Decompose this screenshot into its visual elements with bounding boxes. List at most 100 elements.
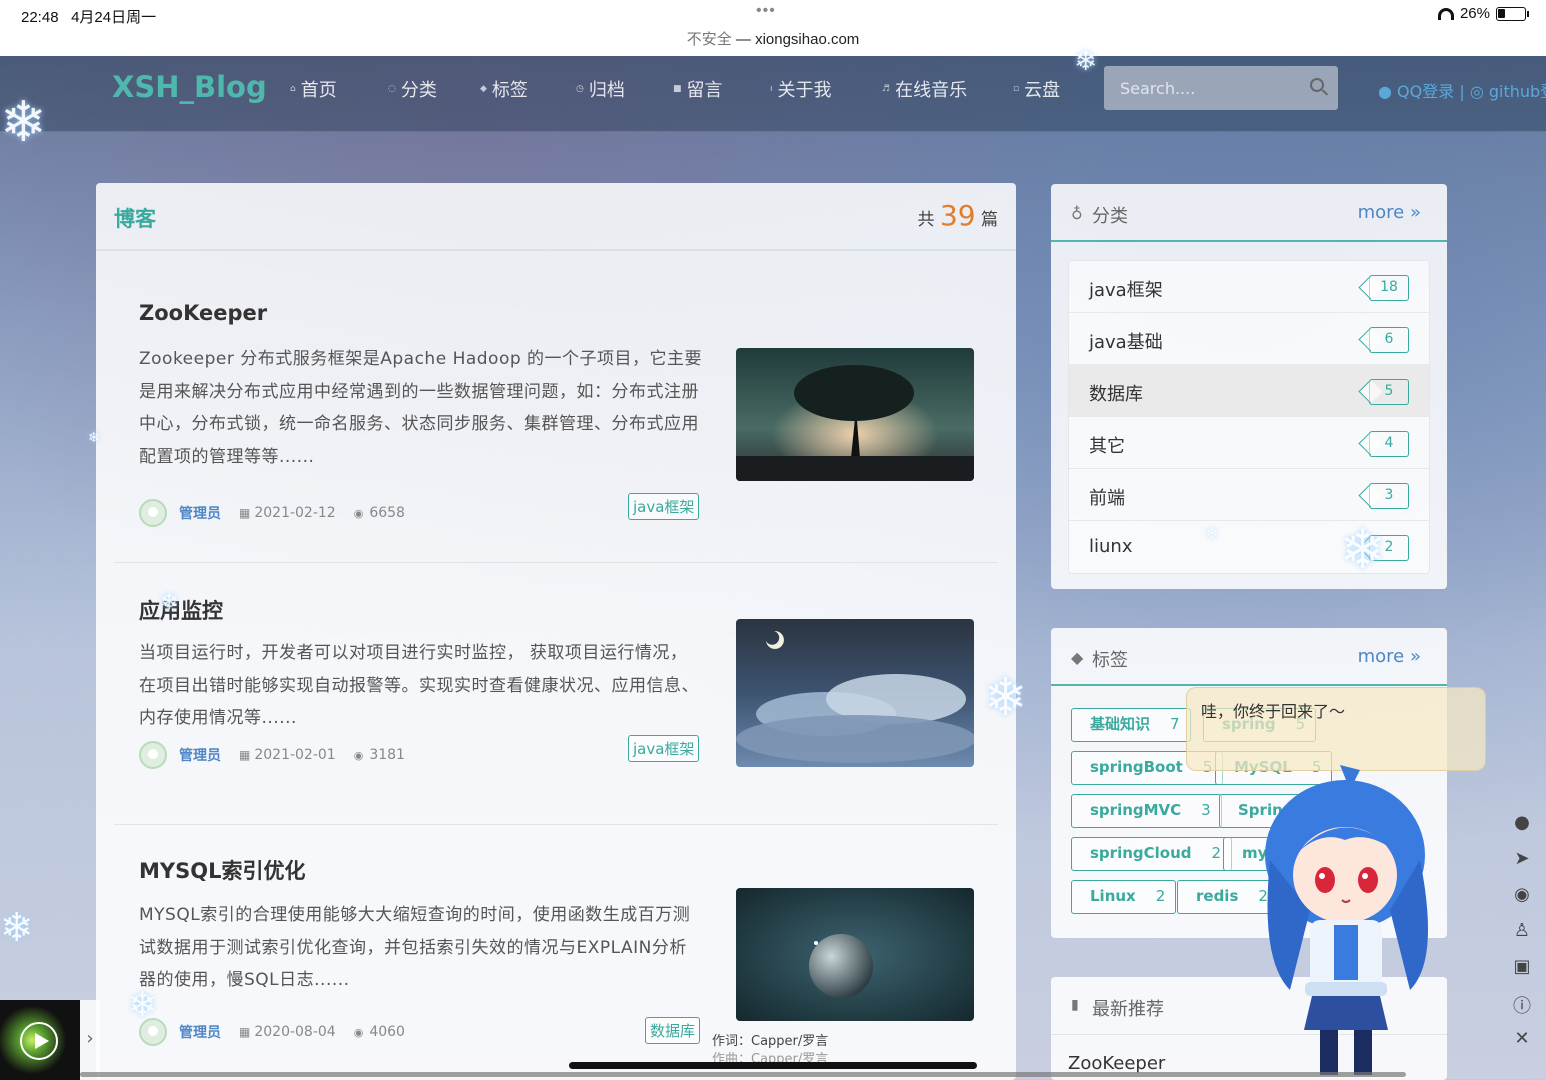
github-login-label: github登 (1488, 82, 1546, 101)
count-prefix: 共 (917, 210, 935, 230)
recommend-title: 最新推荐 (1092, 999, 1164, 1020)
category-item[interactable]: 数据库 5 (1069, 365, 1429, 417)
top-navbar: XSH_Blog ⌂ 首页 ◌ 分类 ◆ 标签 ◷ 归档 ■ 留言 ı 关于我 ♬ 在线音乐 … (0, 56, 1546, 132)
horizontal-scrollbar[interactable] (80, 1072, 1406, 1077)
category-name: java基础 (1089, 332, 1163, 353)
view-count: 4060 (369, 1024, 405, 1040)
tag-count: 3 (1201, 801, 1211, 819)
count-suffix: 篇 (981, 210, 998, 230)
tag-more-link[interactable]: more » (1358, 646, 1421, 667)
post-thumbnail[interactable] (736, 619, 974, 767)
post-meta: 管理员 ▦ 2021-02-12 ◉ 6658 (139, 499, 405, 527)
address-bar[interactable]: 不安全 — xiongsihao.com (0, 28, 1546, 49)
mascot-speech-bubble: 哇，你终于回来了～ (1186, 687, 1486, 771)
tags-icon: ◆ (1071, 648, 1084, 667)
post-summary: MYSQL索引的合理使用能够大大缩短查询的时间，使用函数生成百万测试数据用于测试… (139, 905, 691, 990)
tag-header: ◆ 标签 more » (1051, 628, 1447, 686)
snowflake-icon: ❄ (984, 668, 1028, 728)
post-thumbnail[interactable] (736, 888, 974, 1021)
category-item[interactable]: 前端 3 (1069, 469, 1429, 521)
nav-item-home[interactable]: ⌂ 首页 (290, 76, 337, 102)
nav-label: 在线音乐 (895, 80, 968, 101)
category-item[interactable]: 其它 4 (1069, 417, 1429, 469)
nav-item-comment[interactable]: ■ 留言 (673, 76, 723, 102)
tag-label[interactable]: springCloud 2 (1071, 837, 1233, 871)
category-title: 分类 (1092, 206, 1128, 227)
tag-count: 2 (1155, 887, 1166, 905)
category-item[interactable]: java基础 6 (1069, 313, 1429, 365)
post-title[interactable]: ZooKeeper (139, 301, 267, 325)
tag-label[interactable]: 基础知识 7 (1071, 708, 1191, 742)
snowflake-icon: ❄ (1340, 518, 1386, 581)
avatar[interactable] (139, 499, 167, 527)
nav-label: 云盘 (1024, 80, 1061, 101)
street-view-icon[interactable]: ♙ (1510, 920, 1534, 944)
tag-name: Linux (1090, 887, 1136, 905)
bookmark-icon: ▮ (1071, 997, 1079, 1013)
post-tag[interactable]: java框架 (628, 493, 700, 520)
nav-item-category[interactable]: ◌ 分类 (388, 76, 437, 102)
avatar[interactable] (139, 741, 167, 769)
mascot-character[interactable] (1250, 760, 1450, 1080)
post-item[interactable]: MYSQL索引优化 MYSQL索引的合理使用能够大大缩短查询的时间，使用函数生成… (114, 825, 998, 1080)
qq-login-link[interactable]: ● QQ登录 | (1378, 82, 1470, 101)
info-icon[interactable]: ⓘ (1510, 992, 1534, 1017)
blog-section-title: 博客 (114, 207, 156, 231)
author-name[interactable]: 管理员 (179, 745, 221, 765)
nav-item-cloud[interactable]: ▫ 云盘 (1013, 76, 1060, 102)
comment-icon: ■ (673, 84, 682, 94)
post-summary: 当项目运行时，开发者可以对项目进行实时监控， 获取项目运行情况，在项目出错时能够… (139, 643, 699, 728)
home-indicator[interactable] (569, 1062, 977, 1069)
status-bar: 22:48 4月24日周一 ••• 不安全 — xiongsihao.com 2… (0, 0, 1546, 56)
category-count: 3 (1369, 483, 1409, 509)
post-item[interactable]: 应用监控 当项目运行时，开发者可以对项目进行实时监控， 获取项目运行情况，在项目… (114, 563, 998, 825)
music-player: › (0, 1000, 100, 1080)
close-icon[interactable]: ✕ (1510, 1028, 1534, 1052)
post-tag[interactable]: java框架 (628, 735, 700, 762)
post-date: 2021-02-12 (254, 505, 336, 521)
nav-item-music[interactable]: ♬ 在线音乐 (882, 76, 967, 102)
search-icon[interactable] (1310, 78, 1324, 92)
snowflake-icon: ❄ (0, 905, 34, 951)
post-thumbnail[interactable] (736, 348, 974, 481)
nav-item-tags[interactable]: ◆ 标签 (480, 76, 528, 102)
eye-icon: ◉ (353, 1025, 364, 1039)
brand-logo[interactable]: XSH_Blog (112, 70, 267, 104)
camera-icon[interactable]: ▣ (1510, 956, 1534, 980)
nav-label: 分类 (400, 80, 437, 101)
tag-name: 基础知识 (1090, 715, 1151, 733)
nav-item-about[interactable]: ı 关于我 (770, 76, 832, 102)
post-item[interactable]: ZooKeeper Zookeeper 分布式服务框架是Apache Hadoo… (114, 253, 998, 563)
tag-icon: ◆ (480, 84, 487, 94)
send-icon[interactable]: ➤ (1510, 848, 1534, 872)
search-input[interactable] (1104, 78, 1294, 98)
recommend-item[interactable]: ZooKeeper (1068, 1053, 1165, 1074)
category-name: 数据库 (1089, 384, 1143, 405)
play-icon[interactable] (20, 1022, 58, 1060)
category-more-link[interactable]: more » (1358, 202, 1421, 223)
url-separator: — (731, 31, 756, 48)
snowflake-icon: ❄ (88, 430, 100, 446)
more-dots-icon[interactable]: ••• (756, 2, 776, 20)
clock-text: 22:48 (21, 9, 59, 26)
post-title[interactable]: MYSQL索引优化 (139, 855, 305, 885)
tag-count: 2 (1211, 844, 1222, 862)
nav-item-archive[interactable]: ◷ 归档 (576, 76, 625, 102)
github-login-link[interactable]: ◎ github登 (1470, 82, 1546, 101)
chat-icon[interactable]: ● (1510, 812, 1534, 836)
nav-label: 归档 (588, 80, 625, 101)
eye-icon: ◉ (353, 506, 364, 520)
nav-label: 关于我 (777, 80, 832, 101)
user-icon[interactable]: ◉ (1510, 884, 1534, 908)
category-header: ♁ 分类 more » (1051, 184, 1447, 242)
tag-label[interactable]: Linux 2 (1071, 880, 1177, 914)
player-toggle-chevron-icon[interactable]: › (80, 1000, 100, 1080)
status-right: 26% (1437, 5, 1529, 22)
author-name[interactable]: 管理员 (179, 1022, 221, 1042)
tag-label[interactable]: springMVC 3 (1071, 794, 1222, 828)
post-tag[interactable]: 数据库 (645, 1017, 701, 1044)
tag-name: springCloud (1090, 844, 1192, 862)
category-item[interactable]: java框架 18 (1069, 261, 1429, 313)
post-title[interactable]: 应用监控 (139, 595, 223, 625)
author-name[interactable]: 管理员 (179, 503, 221, 523)
